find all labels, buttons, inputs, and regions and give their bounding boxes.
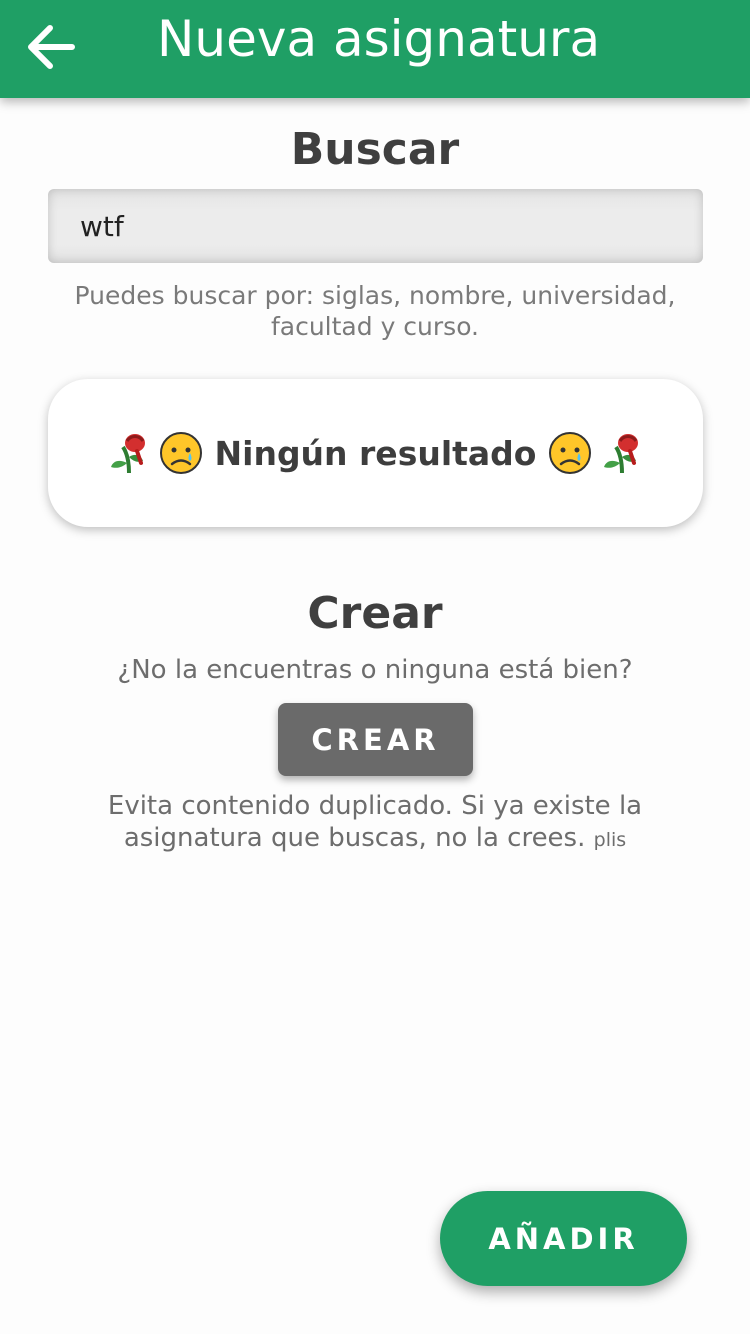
wilted-flower-icon: [604, 434, 639, 474]
search-section-title: Buscar: [290, 124, 460, 175]
wilted-flower-icon: [110, 434, 145, 474]
page-title: Nueva asignatura: [157, 10, 601, 68]
search-input[interactable]: [48, 189, 703, 263]
no-results-text: Ningún resultado: [214, 433, 537, 473]
add-button[interactable]: AÑADIR: [440, 1191, 687, 1286]
duplicate-warning-text: Evita contenido duplicado. Si ya existe …: [107, 791, 643, 853]
search-hint: Puedes buscar por: siglas, nombre, unive…: [74, 281, 676, 341]
crying-face-icon: [159, 432, 202, 474]
app-bar: Nueva asignatura: [0, 0, 750, 98]
no-results-card: Ningún resultado: [48, 379, 703, 527]
create-question: ¿No la encuentras o ninguna está bien?: [117, 655, 633, 685]
create-section-title: Crear: [307, 588, 443, 639]
arrow-left-icon: [28, 25, 75, 69]
back-button[interactable]: [22, 18, 80, 76]
crying-face-icon: [549, 432, 592, 474]
duplicate-warning: Evita contenido duplicado. Si ya existe …: [60, 790, 690, 856]
create-button[interactable]: CREAR: [278, 703, 473, 776]
duplicate-warning-small: plis: [593, 829, 627, 851]
search-box: [48, 189, 703, 263]
